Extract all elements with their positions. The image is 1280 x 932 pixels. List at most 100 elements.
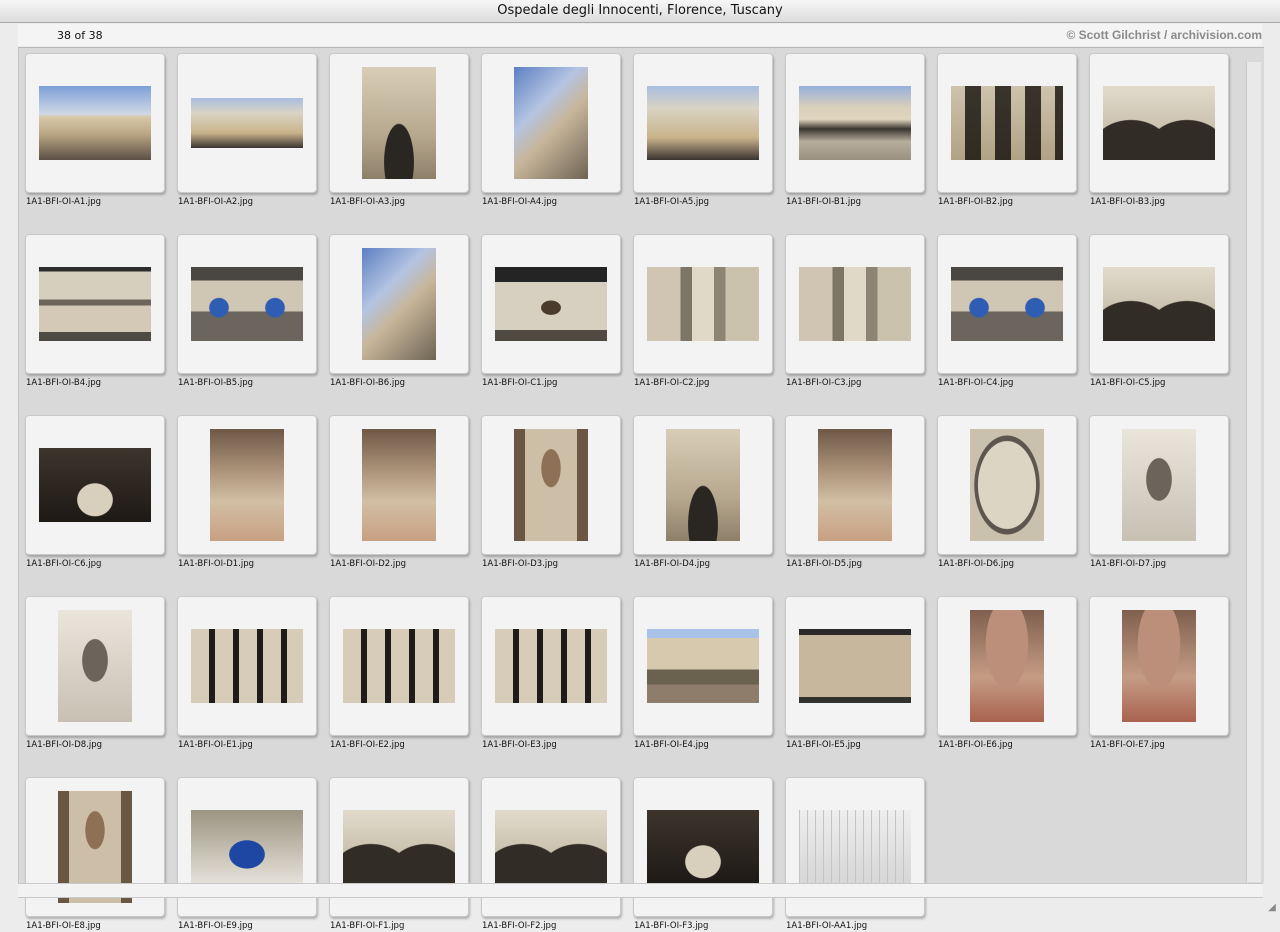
thumbnail-frame[interactable] — [329, 415, 469, 555]
thumbnail-image[interactable] — [799, 810, 911, 884]
thumbnail-item[interactable]: 1A1-BFI-OI-B1.jpg — [785, 53, 925, 208]
thumbnail-frame[interactable] — [329, 234, 469, 374]
thumbnail-image[interactable] — [1103, 86, 1215, 160]
thumbnail-frame[interactable] — [329, 53, 469, 193]
thumbnail-image[interactable] — [362, 67, 436, 179]
thumbnail-item[interactable]: 1A1-BFI-OI-A1.jpg — [25, 53, 165, 208]
thumbnail-frame[interactable] — [937, 234, 1077, 374]
thumbnail-frame[interactable] — [937, 53, 1077, 193]
thumbnail-frame[interactable] — [177, 596, 317, 736]
thumbnail-item[interactable]: 1A1-BFI-OI-E8.jpg — [25, 777, 165, 932]
thumbnail-item[interactable]: 1A1-BFI-OI-C3.jpg — [785, 234, 925, 389]
thumbnail-item[interactable]: 1A1-BFI-OI-D4.jpg — [633, 415, 773, 570]
thumbnail-frame[interactable] — [633, 415, 773, 555]
thumbnail-image[interactable] — [39, 267, 151, 341]
thumbnail-image[interactable] — [39, 448, 151, 522]
thumbnail-image[interactable] — [647, 267, 759, 341]
thumbnail-item[interactable]: 1A1-BFI-OI-A2.jpg — [177, 53, 317, 208]
thumbnail-image[interactable] — [343, 629, 455, 703]
thumbnail-frame[interactable] — [785, 234, 925, 374]
vertical-scrollbar[interactable] — [1246, 62, 1261, 882]
thumbnail-item[interactable]: 1A1-BFI-OI-C6.jpg — [25, 415, 165, 570]
thumbnail-frame[interactable] — [481, 415, 621, 555]
thumbnail-image[interactable] — [514, 67, 588, 179]
thumbnail-item[interactable]: 1A1-BFI-OI-F2.jpg — [481, 777, 621, 932]
thumbnail-frame[interactable] — [1089, 596, 1229, 736]
thumbnail-image[interactable] — [191, 267, 303, 341]
thumbnail-frame[interactable] — [177, 53, 317, 193]
thumbnail-frame[interactable] — [633, 234, 773, 374]
thumbnail-frame[interactable] — [481, 596, 621, 736]
thumbnail-image[interactable] — [362, 429, 436, 541]
thumbnail-image[interactable] — [666, 429, 740, 541]
thumbnail-item[interactable]: 1A1-BFI-OI-D2.jpg — [329, 415, 469, 570]
thumbnail-frame[interactable] — [481, 53, 621, 193]
thumbnail-frame[interactable] — [633, 53, 773, 193]
thumbnail-image[interactable] — [191, 629, 303, 703]
thumbnail-frame[interactable] — [177, 234, 317, 374]
thumbnail-image[interactable] — [970, 610, 1044, 722]
thumbnail-item[interactable]: 1A1-BFI-OI-F3.jpg — [633, 777, 773, 932]
thumbnail-item[interactable]: 1A1-BFI-OI-D5.jpg — [785, 415, 925, 570]
thumbnail-frame[interactable] — [329, 596, 469, 736]
thumbnail-item[interactable]: 1A1-BFI-OI-D6.jpg — [937, 415, 1077, 570]
thumbnail-frame[interactable] — [25, 53, 165, 193]
thumbnail-frame[interactable] — [1089, 415, 1229, 555]
thumbnail-item[interactable]: 1A1-BFI-OI-E9.jpg — [177, 777, 317, 932]
thumbnail-frame[interactable] — [785, 53, 925, 193]
thumbnail-image[interactable] — [647, 810, 759, 884]
thumbnail-image[interactable] — [495, 629, 607, 703]
thumbnail-image[interactable] — [799, 629, 911, 703]
thumbnail-frame[interactable] — [25, 234, 165, 374]
thumbnail-image[interactable] — [191, 98, 303, 148]
thumbnail-image[interactable] — [1122, 610, 1196, 722]
thumbnail-frame[interactable] — [177, 415, 317, 555]
thumbnail-image[interactable] — [799, 267, 911, 341]
thumbnail-item[interactable]: 1A1-BFI-OI-E1.jpg — [177, 596, 317, 751]
thumbnail-image[interactable] — [647, 629, 759, 703]
thumbnail-item[interactable]: 1A1-BFI-OI-D3.jpg — [481, 415, 621, 570]
thumbnail-item[interactable]: 1A1-BFI-OI-C2.jpg — [633, 234, 773, 389]
thumbnail-item[interactable]: 1A1-BFI-OI-C5.jpg — [1089, 234, 1229, 389]
thumbnail-item[interactable]: 1A1-BFI-OI-E4.jpg — [633, 596, 773, 751]
thumbnail-frame[interactable] — [25, 596, 165, 736]
thumbnail-image[interactable] — [818, 429, 892, 541]
thumbnail-item[interactable]: 1A1-BFI-OI-B5.jpg — [177, 234, 317, 389]
thumbnail-frame[interactable] — [25, 415, 165, 555]
thumbnail-image[interactable] — [514, 429, 588, 541]
thumbnail-item[interactable]: 1A1-BFI-OI-C4.jpg — [937, 234, 1077, 389]
thumbnail-image[interactable] — [951, 86, 1063, 160]
thumbnail-item[interactable]: 1A1-BFI-OI-B6.jpg — [329, 234, 469, 389]
thumbnail-frame[interactable] — [937, 415, 1077, 555]
thumbnail-image[interactable] — [799, 86, 911, 160]
thumbnail-image[interactable] — [951, 267, 1063, 341]
thumbnail-item[interactable]: 1A1-BFI-OI-AA1.jpg — [785, 777, 925, 932]
thumbnail-item[interactable]: 1A1-BFI-OI-B3.jpg — [1089, 53, 1229, 208]
thumbnail-image[interactable] — [647, 86, 759, 160]
thumbnail-frame[interactable] — [785, 596, 925, 736]
resize-grip-icon[interactable]: ◢ — [1266, 902, 1278, 914]
thumbnail-item[interactable]: 1A1-BFI-OI-A5.jpg — [633, 53, 773, 208]
thumbnail-item[interactable]: 1A1-BFI-OI-E7.jpg — [1089, 596, 1229, 751]
thumbnail-image[interactable] — [58, 610, 132, 722]
thumbnail-item[interactable]: 1A1-BFI-OI-E6.jpg — [937, 596, 1077, 751]
thumbnail-item[interactable]: 1A1-BFI-OI-F1.jpg — [329, 777, 469, 932]
thumbnail-frame[interactable] — [1089, 53, 1229, 193]
thumbnail-item[interactable]: 1A1-BFI-OI-C1.jpg — [481, 234, 621, 389]
thumbnail-item[interactable]: 1A1-BFI-OI-D8.jpg — [25, 596, 165, 751]
thumbnail-image[interactable] — [1122, 429, 1196, 541]
thumbnail-frame[interactable] — [481, 234, 621, 374]
thumbnail-frame[interactable] — [633, 596, 773, 736]
thumbnail-image[interactable] — [191, 810, 303, 884]
thumbnail-image[interactable] — [343, 810, 455, 884]
thumbnail-item[interactable]: 1A1-BFI-OI-E5.jpg — [785, 596, 925, 751]
thumbnail-image[interactable] — [495, 267, 607, 341]
thumbnail-item[interactable]: 1A1-BFI-OI-A3.jpg — [329, 53, 469, 208]
thumbnail-item[interactable]: 1A1-BFI-OI-E2.jpg — [329, 596, 469, 751]
thumbnail-frame[interactable] — [1089, 234, 1229, 374]
thumbnail-item[interactable]: 1A1-BFI-OI-D1.jpg — [177, 415, 317, 570]
thumbnail-item[interactable]: 1A1-BFI-OI-D7.jpg — [1089, 415, 1229, 570]
thumbnail-image[interactable] — [362, 248, 436, 360]
thumbnail-item[interactable]: 1A1-BFI-OI-E3.jpg — [481, 596, 621, 751]
thumbnail-image[interactable] — [1103, 267, 1215, 341]
